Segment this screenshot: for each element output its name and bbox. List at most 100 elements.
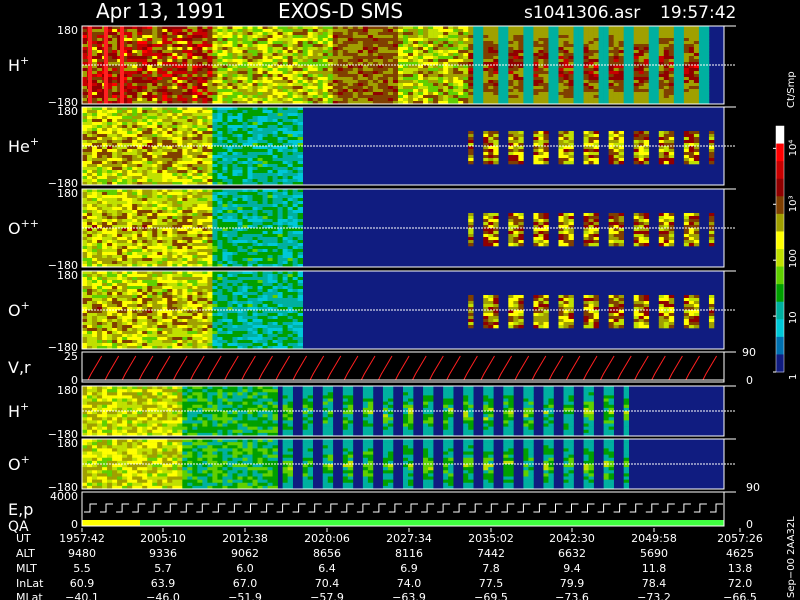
spectrogram-cell bbox=[558, 80, 564, 84]
spectrogram-cell bbox=[292, 164, 298, 168]
spectrogram-cell bbox=[92, 53, 98, 57]
spectrogram-cell bbox=[257, 140, 263, 144]
spectrogram-cell bbox=[87, 116, 93, 120]
spectrogram-cell bbox=[573, 95, 579, 99]
spectrogram-cell bbox=[102, 110, 108, 114]
spectrogram-cell bbox=[162, 134, 168, 138]
spectrogram-cell bbox=[282, 119, 288, 123]
spectrogram-cell bbox=[242, 59, 248, 63]
spectrogram-cell bbox=[663, 29, 670, 33]
spectrogram-cell bbox=[327, 71, 334, 75]
spectrogram-cell bbox=[448, 86, 454, 90]
spectrogram-cell bbox=[548, 38, 554, 42]
spectrogram-cell bbox=[112, 134, 118, 138]
spectrogram-cell bbox=[628, 38, 635, 42]
spectrogram-cell bbox=[598, 53, 604, 57]
spectrogram-cell bbox=[468, 41, 474, 45]
spectrogram-cell bbox=[297, 44, 303, 48]
spectrogram-cell bbox=[97, 131, 103, 135]
spectrogram-cell bbox=[618, 92, 624, 96]
spectrogram-cell bbox=[97, 29, 103, 33]
spectrogram-cell bbox=[648, 59, 655, 63]
spectrogram-cell bbox=[107, 167, 113, 171]
spectrogram-cell bbox=[162, 53, 168, 57]
spectrogram-cell bbox=[262, 89, 268, 93]
spectrogram-cell bbox=[693, 149, 700, 153]
spectrogram-cell bbox=[428, 89, 434, 93]
spectrogram-cell bbox=[282, 170, 288, 174]
spectrogram-cell bbox=[82, 50, 88, 54]
spectrogram-cell bbox=[132, 152, 138, 156]
spectrogram-cell bbox=[97, 95, 103, 99]
spectrogram-cell bbox=[242, 119, 248, 123]
spectrogram-cell bbox=[458, 86, 464, 90]
spectrogram-cell bbox=[82, 252, 88, 256]
spectrogram-cell bbox=[122, 204, 128, 208]
spectrogram-cell bbox=[698, 80, 705, 84]
spectrogram-cell bbox=[82, 131, 88, 135]
spectrogram-cell bbox=[668, 68, 675, 72]
spectrogram-cell bbox=[523, 86, 529, 90]
spectrogram-cell bbox=[222, 116, 228, 120]
spectrogram-cell bbox=[207, 113, 213, 117]
spectrogram-cell bbox=[147, 149, 153, 153]
spectrogram-cell bbox=[382, 92, 389, 96]
spectrogram-cell bbox=[688, 83, 695, 87]
spectrogram-cell bbox=[583, 98, 589, 102]
spectrogram-cell bbox=[673, 86, 680, 90]
spectrogram-cell bbox=[272, 128, 278, 132]
spectrogram-cell bbox=[342, 56, 349, 60]
spectrogram-cell bbox=[438, 98, 444, 102]
spectrogram-cell bbox=[493, 137, 499, 141]
spectrogram-cell bbox=[247, 179, 253, 183]
spectrogram-cell bbox=[187, 149, 193, 153]
spectrogram-cell bbox=[528, 29, 534, 33]
spectrogram-cell bbox=[277, 176, 283, 180]
spectrogram-cell bbox=[593, 47, 599, 51]
spectrogram-cell bbox=[97, 149, 103, 153]
spectrogram-cell bbox=[423, 59, 429, 63]
spectrogram-cell bbox=[212, 161, 218, 165]
spectrogram-cell bbox=[82, 167, 88, 171]
spectrogram-cell bbox=[87, 155, 93, 159]
spectrogram-cell bbox=[207, 128, 213, 132]
spectrogram-cell bbox=[122, 152, 128, 156]
spectrogram-cell bbox=[483, 32, 489, 36]
spectrogram-cell bbox=[563, 38, 569, 42]
spectrogram-cell bbox=[377, 32, 384, 36]
spectrogram-cell bbox=[287, 74, 293, 78]
spectrogram-cell bbox=[87, 149, 93, 153]
spectrogram-cell bbox=[573, 80, 579, 84]
spectrogram-cell bbox=[357, 38, 364, 42]
spectrogram-cell bbox=[162, 176, 168, 180]
spectrogram-cell bbox=[107, 243, 113, 247]
spectrogram-cell bbox=[237, 113, 243, 117]
spectrogram-cell bbox=[237, 179, 243, 183]
spectrogram-cell bbox=[262, 80, 268, 84]
spectrogram-cell bbox=[423, 68, 429, 72]
spectrogram-cell bbox=[197, 50, 203, 54]
spectrogram-cell bbox=[438, 92, 444, 96]
spectrogram-cell bbox=[267, 53, 273, 57]
spectrogram-cell bbox=[377, 53, 384, 57]
spectrogram-cell bbox=[618, 158, 624, 162]
spectrogram-cell bbox=[493, 86, 499, 90]
spectrogram-cell bbox=[297, 173, 303, 177]
spectrogram-cell bbox=[277, 95, 283, 99]
spectrogram-cell bbox=[483, 131, 489, 135]
spectrogram-cell bbox=[247, 152, 253, 156]
spectrogram-cell bbox=[483, 29, 489, 33]
spectrogram-cell bbox=[227, 89, 233, 93]
spectrogram-cell bbox=[127, 116, 133, 120]
spectrogram-cell bbox=[102, 261, 108, 265]
spectrogram-cell bbox=[262, 56, 268, 60]
spectrogram-cell bbox=[167, 137, 173, 141]
spectrogram-cell bbox=[628, 56, 635, 60]
spectrogram-cell bbox=[357, 80, 364, 84]
spectrogram-cell bbox=[372, 56, 379, 60]
spectrogram-cell bbox=[663, 53, 670, 57]
spectrogram-cell bbox=[663, 47, 670, 51]
spectrogram-cell bbox=[688, 92, 695, 96]
spectrogram-cell bbox=[508, 41, 514, 45]
spectrogram-cell bbox=[332, 47, 339, 51]
